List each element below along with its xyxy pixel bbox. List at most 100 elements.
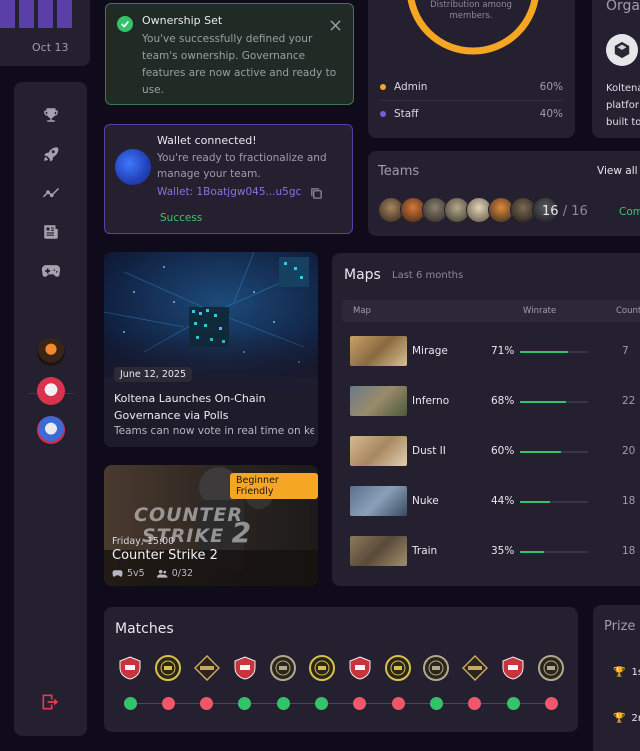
match-result-dot[interactable] <box>200 697 214 710</box>
wallet-address: Wallet: 1Boatjgw045...u5gc <box>157 186 302 198</box>
opponent-logo[interactable] <box>270 655 297 681</box>
legend-dot <box>380 111 386 117</box>
opponent-logo[interactable] <box>117 655 143 681</box>
legend-row-admin: Admin 60% <box>380 81 563 93</box>
map-count: 18 <box>622 495 636 507</box>
maps-card: Maps Last 6 months Map Winrate Count Mir… <box>332 253 640 586</box>
map-row[interactable]: Dust II 60% 20 <box>350 436 640 466</box>
legend-row-staff: Staff 40% <box>380 108 563 120</box>
match-result-dot[interactable] <box>544 697 558 710</box>
toast-title: Wallet connected! <box>157 134 257 147</box>
match-result-dot[interactable] <box>429 697 443 710</box>
event-meta: 5v5 0/32 <box>112 568 193 579</box>
difficulty-badge: Beginner Friendly <box>230 473 318 499</box>
match-result-dot[interactable] <box>123 697 137 710</box>
teams-title: Teams <box>378 164 420 179</box>
teams-status-label: Com <box>619 206 640 218</box>
match-result-dot[interactable] <box>276 697 290 710</box>
maps-table-header: Map Winrate Count <box>342 300 640 322</box>
column-header-map: Map <box>353 306 371 316</box>
member-count: 16 / 16 <box>542 204 588 219</box>
sidebar <box>14 82 87 736</box>
match-result-dot[interactable] <box>468 697 482 710</box>
news-icon[interactable] <box>40 221 62 243</box>
legend-value: 60% <box>539 81 563 93</box>
matches-title: Matches <box>115 621 174 637</box>
map-row[interactable]: Train 35% 18 <box>350 536 640 566</box>
org-text-line: built to <box>606 117 640 128</box>
winrate-bar <box>520 451 588 453</box>
news-card[interactable]: June 12, 2025 Koltena Launches On-Chain … <box>104 252 318 447</box>
wallet-logo <box>115 149 151 185</box>
news-title: Koltena Launches On-Chain Governance via… <box>114 392 266 422</box>
logout-icon[interactable] <box>40 692 60 712</box>
map-thumbnail <box>350 336 407 366</box>
column-header-winrate: Winrate <box>523 306 557 316</box>
event-slots: 0/32 <box>156 568 193 579</box>
winrate-bar-fill <box>520 451 561 453</box>
opponent-logo[interactable] <box>538 655 565 681</box>
map-row[interactable]: Mirage 71% 7 <box>350 336 640 366</box>
map-count: 18 <box>622 545 636 557</box>
winrate-bar <box>520 501 588 503</box>
winrate-bar <box>520 351 588 353</box>
copy-icon[interactable] <box>310 185 324 199</box>
map-name: Nuke <box>412 495 439 507</box>
map-name: Dust II <box>412 445 446 457</box>
map-count: 7 <box>622 345 629 357</box>
news-date-badge: June 12, 2025 <box>114 367 193 382</box>
org-title: Orga <box>606 0 640 14</box>
winrate-bar <box>520 551 588 553</box>
rocket-icon[interactable] <box>40 143 62 165</box>
team-avatar[interactable] <box>37 377 65 405</box>
event-card[interactable]: Beginner Friendly COUNTER STRIKE 2 Frida… <box>104 465 318 586</box>
opponent-logo[interactable] <box>461 654 488 682</box>
toast-title: Ownership Set <box>142 14 223 27</box>
map-thumbnail <box>350 486 407 516</box>
map-winrate: 68% <box>491 395 515 407</box>
team-member-avatars <box>378 197 558 223</box>
opponent-logo[interactable] <box>500 655 526 681</box>
trophy-icon[interactable] <box>40 104 62 126</box>
trophy-icon: 🏆 <box>613 667 626 678</box>
winrate-bar-fill <box>520 551 544 553</box>
map-winrate: 35% <box>491 545 515 557</box>
map-row[interactable]: Inferno 68% 22 <box>350 386 640 416</box>
match-result-dot[interactable] <box>238 697 252 710</box>
matches-timeline <box>128 703 558 704</box>
event-name: Counter Strike 2 <box>112 548 218 563</box>
column-header-count: Count <box>616 306 640 316</box>
map-thumbnail <box>350 386 407 416</box>
news-subtitle: Teams can now vote in real time on ke... <box>114 425 314 437</box>
gamepad-icon[interactable] <box>40 260 62 282</box>
opponent-logo[interactable] <box>347 655 373 681</box>
legend-divider <box>380 100 563 101</box>
opponent-logo[interactable] <box>193 654 220 682</box>
chart-line-icon[interactable] <box>40 182 62 204</box>
match-result-dot[interactable] <box>315 697 328 710</box>
match-result-dot[interactable] <box>353 697 367 710</box>
opponent-logo[interactable] <box>155 655 182 681</box>
map-row[interactable]: Nuke 44% 18 <box>350 486 640 516</box>
gamepad-icon <box>112 570 123 577</box>
opponent-logo[interactable] <box>385 655 412 681</box>
users-icon <box>156 569 168 578</box>
legend-value: 40% <box>539 108 563 120</box>
winrate-bar-fill <box>520 351 569 353</box>
view-all-link[interactable]: View all <box>597 165 638 177</box>
map-count: 20 <box>622 445 636 457</box>
opponent-logo[interactable] <box>308 655 335 681</box>
team-avatar[interactable] <box>37 338 65 366</box>
prize-row-second: 🏆 2r <box>613 713 640 724</box>
match-result-dot[interactable] <box>506 697 520 710</box>
opponent-logo[interactable] <box>423 655 450 681</box>
event-format: 5v5 <box>112 568 145 579</box>
match-result-dot[interactable] <box>391 697 405 710</box>
close-icon[interactable] <box>330 16 342 31</box>
org-logo <box>606 34 638 66</box>
chart-bar <box>0 0 15 28</box>
opponent-logo[interactable] <box>232 655 258 681</box>
chart-bar <box>19 0 34 28</box>
team-avatar[interactable] <box>37 416 65 444</box>
match-result-dot[interactable] <box>161 697 175 710</box>
